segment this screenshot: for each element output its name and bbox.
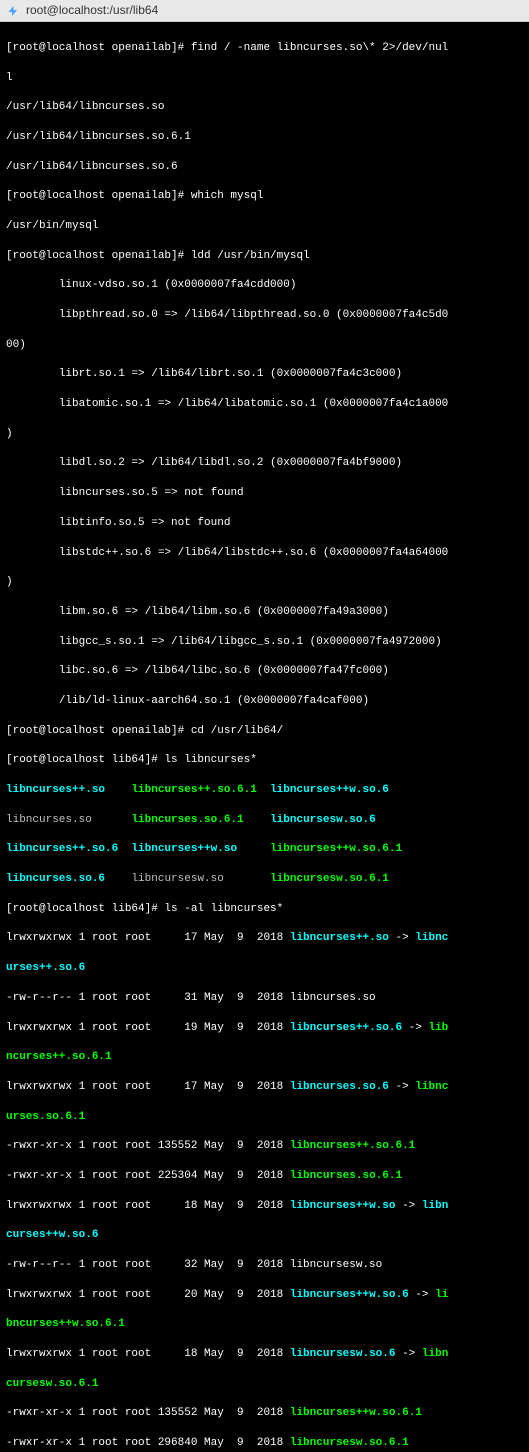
symlink-file: libncursesw.so.6 [270, 814, 376, 826]
output-line: /usr/bin/mysql [6, 219, 523, 234]
lightning-icon [6, 4, 20, 18]
exec-file: libncurses++w.so.6.1 [270, 843, 402, 855]
regular-file: libncurses.so [6, 814, 92, 826]
ls-long-line: urses++.so.6 [6, 961, 523, 976]
ls-long-line: -rw-r--r-- 1 root root 31 May 9 2018 lib… [6, 991, 523, 1006]
output-line: libtinfo.so.5 => not found [6, 516, 523, 531]
output-line: libdl.so.2 => /lib64/libdl.so.2 (0x00000… [6, 456, 523, 471]
window-title: root@localhost:/usr/lib64 [26, 2, 158, 18]
output-line: libatomic.so.1 => /lib64/libatomic.so.1 … [6, 397, 523, 412]
cmd-line: [root@localhost openailab]# ldd /usr/bin… [6, 249, 523, 264]
ls-long-line: ncurses++.so.6.1 [6, 1050, 523, 1065]
output-line: 00) [6, 338, 523, 353]
ls-long-line: lrwxrwxrwx 1 root root 17 May 9 2018 lib… [6, 1080, 523, 1095]
regular-file: libncursesw.so [131, 873, 223, 885]
output-line: libm.so.6 => /lib64/libm.so.6 (0x0000007… [6, 605, 523, 620]
exec-file: libncurses++.so.6.1 [131, 784, 256, 796]
output-line: /usr/lib64/libncurses.so.6.1 [6, 130, 523, 145]
ls-line: libncurses.so libncurses.so.6.1 libncurs… [6, 813, 523, 828]
ls-line: libncurses++.so.6 libncurses++w.so libnc… [6, 842, 523, 857]
cmd-line: [root@localhost lib64]# ls libncurses* [6, 753, 523, 768]
ls-long-line: -rwxr-xr-x 1 root root 135552 May 9 2018… [6, 1406, 523, 1421]
ls-line: libncurses.so.6 libncursesw.so libncurse… [6, 872, 523, 887]
ls-long-line: urses.so.6.1 [6, 1110, 523, 1125]
cmd-line: [root@localhost openailab]# which mysql [6, 189, 523, 204]
ls-long-line: lrwxrwxrwx 1 root root 18 May 9 2018 lib… [6, 1199, 523, 1214]
symlink-file: libncurses++w.so [131, 843, 237, 855]
ls-long-line: bncurses++w.so.6.1 [6, 1317, 523, 1332]
ls-long-line: lrwxrwxrwx 1 root root 19 May 9 2018 lib… [6, 1021, 523, 1036]
ls-long-line: lrwxrwxrwx 1 root root 20 May 9 2018 lib… [6, 1288, 523, 1303]
ls-long-line: -rwxr-xr-x 1 root root 135552 May 9 2018… [6, 1139, 523, 1154]
ls-long-line: lrwxrwxrwx 1 root root 17 May 9 2018 lib… [6, 931, 523, 946]
output-line: libncurses.so.5 => not found [6, 486, 523, 501]
title-bar: root@localhost:/usr/lib64 [0, 0, 529, 22]
symlink-file: libncurses.so.6 [6, 873, 105, 885]
output-line: libpthread.so.0 => /lib64/libpthread.so.… [6, 308, 523, 323]
exec-file: libncurses.so.6.1 [131, 814, 243, 826]
output-line: libc.so.6 => /lib64/libc.so.6 (0x0000007… [6, 664, 523, 679]
ls-long-line: cursesw.so.6.1 [6, 1377, 523, 1392]
output-line: librt.so.1 => /lib64/librt.so.1 (0x00000… [6, 367, 523, 382]
exec-file: libncursesw.so.6.1 [270, 873, 389, 885]
symlink-file: libncurses++w.so.6 [270, 784, 389, 796]
ls-line: libncurses++.so libncurses++.so.6.1 libn… [6, 783, 523, 798]
output-line: libstdc++.so.6 => /lib64/libstdc++.so.6 … [6, 546, 523, 561]
ls-long-line: -rw-r--r-- 1 root root 32 May 9 2018 lib… [6, 1258, 523, 1273]
output-line: linux-vdso.so.1 (0x0000007fa4cdd000) [6, 278, 523, 293]
ls-long-line: curses++w.so.6 [6, 1228, 523, 1243]
output-line: /usr/lib64/libncurses.so.6 [6, 160, 523, 175]
symlink-file: libncurses++.so.6 [6, 843, 118, 855]
output-line: ) [6, 427, 523, 442]
ls-long-line: lrwxrwxrwx 1 root root 18 May 9 2018 lib… [6, 1347, 523, 1362]
output-line: libgcc_s.so.1 => /lib64/libgcc_s.so.1 (0… [6, 635, 523, 650]
cmd-line: l [6, 71, 523, 86]
ls-long-line: -rwxr-xr-x 1 root root 225304 May 9 2018… [6, 1169, 523, 1184]
output-line: /usr/lib64/libncurses.so [6, 100, 523, 115]
symlink-file: libncurses++.so [6, 784, 105, 796]
cmd-line: [root@localhost lib64]# ls -al libncurse… [6, 902, 523, 917]
terminal-output[interactable]: [root@localhost openailab]# find / -name… [0, 22, 529, 1452]
output-line: /lib/ld-linux-aarch64.so.1 (0x0000007fa4… [6, 694, 523, 709]
ls-long-line: -rwxr-xr-x 1 root root 296840 May 9 2018… [6, 1436, 523, 1451]
cmd-line: [root@localhost openailab]# find / -name… [6, 41, 523, 56]
output-line: ) [6, 575, 523, 590]
